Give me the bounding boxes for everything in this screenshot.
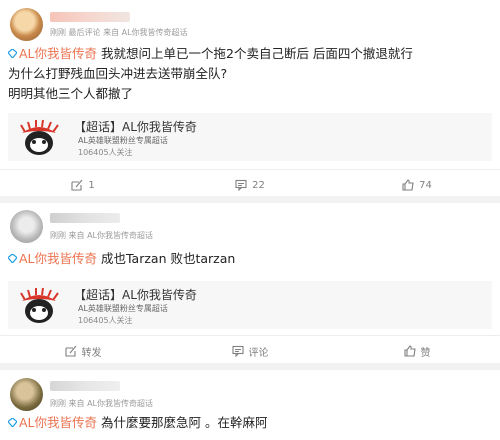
post-text-line-2: 为什么打野残血回头冲进去送带崩全队?: [8, 66, 228, 81]
topic-link[interactable]: AL你我皆传奇: [8, 46, 97, 61]
topic-link[interactable]: AL你我皆传奇: [8, 415, 97, 430]
super-topic-card[interactable]: 【超话】AL你我皆传奇 AL英雄联盟粉丝专属超话 106405人关注: [8, 281, 492, 329]
post-meta: 刚刚 来自 AL你我皆传奇超话: [50, 231, 154, 240]
user-avatar[interactable]: [10, 210, 43, 243]
post-action-bar: 转发 评论 赞: [0, 335, 500, 365]
super-topic-diamond-icon: [8, 418, 17, 427]
topic-subtitle: AL英雄联盟粉丝专属超话: [78, 136, 168, 145]
comment-button[interactable]: 22: [167, 170, 333, 200]
topic-followers: 106405人关注: [78, 148, 133, 157]
user-avatar[interactable]: [10, 8, 43, 41]
repost-button[interactable]: 1: [0, 170, 166, 200]
repost-icon: [71, 179, 83, 191]
super-topic-logo-icon: [20, 119, 59, 155]
super-topic-diamond-icon: [8, 49, 17, 58]
super-topic-card[interactable]: 【超话】AL你我皆传奇 AL英雄联盟粉丝专属超话 106405人关注: [8, 113, 492, 161]
comment-icon: [231, 345, 244, 357]
topic-subtitle: AL英雄联盟粉丝专属超话: [78, 304, 168, 313]
post-text-line-1: AL你我皆传奇 我就想问上单已一个拖2个卖自己断后 后面四个撤退就行: [8, 44, 413, 64]
post-meta: 刚刚 最后评论 来自 AL你我皆传奇超话: [50, 28, 188, 37]
repost-icon: [64, 345, 76, 357]
post-action-bar: 1 22 74: [0, 169, 500, 199]
like-button[interactable]: 74: [334, 170, 500, 200]
repost-button[interactable]: 转发: [0, 336, 166, 366]
weibo-feed: 刚刚 最后评论 来自 AL你我皆传奇超话 AL你我皆传奇 我就想问上单已一个拖2…: [0, 0, 500, 440]
topic-followers: 106405人关注: [78, 316, 133, 325]
comment-icon: [235, 179, 247, 191]
topic-link[interactable]: AL你我皆传奇: [8, 251, 97, 266]
like-button[interactable]: 赞: [334, 336, 500, 366]
topic-title: 【超话】AL你我皆传奇: [74, 288, 197, 302]
post-text-line-1: AL你我皆传奇 成也Tarzan 败也tarzan: [8, 249, 235, 269]
super-topic-diamond-icon: [8, 254, 17, 263]
username-blurred[interactable]: [50, 12, 130, 22]
topic-title: 【超话】AL你我皆传奇: [74, 120, 197, 134]
super-topic-logo-icon: [20, 287, 59, 323]
username-blurred[interactable]: [50, 381, 120, 391]
user-avatar[interactable]: [10, 378, 43, 411]
post-meta: 刚刚 来自 AL你我皆传奇超话: [50, 399, 154, 408]
post-text-line-3: 明明其他三个人都撤了: [8, 86, 134, 101]
thumbs-up-icon: [402, 179, 414, 191]
comment-button[interactable]: 评论: [167, 336, 333, 366]
username-blurred[interactable]: [50, 213, 120, 223]
thumbs-up-icon: [403, 345, 416, 357]
post-text-line-1: AL你我皆传奇 為什麼要那麼急阿 。在幹麻阿: [8, 413, 267, 433]
